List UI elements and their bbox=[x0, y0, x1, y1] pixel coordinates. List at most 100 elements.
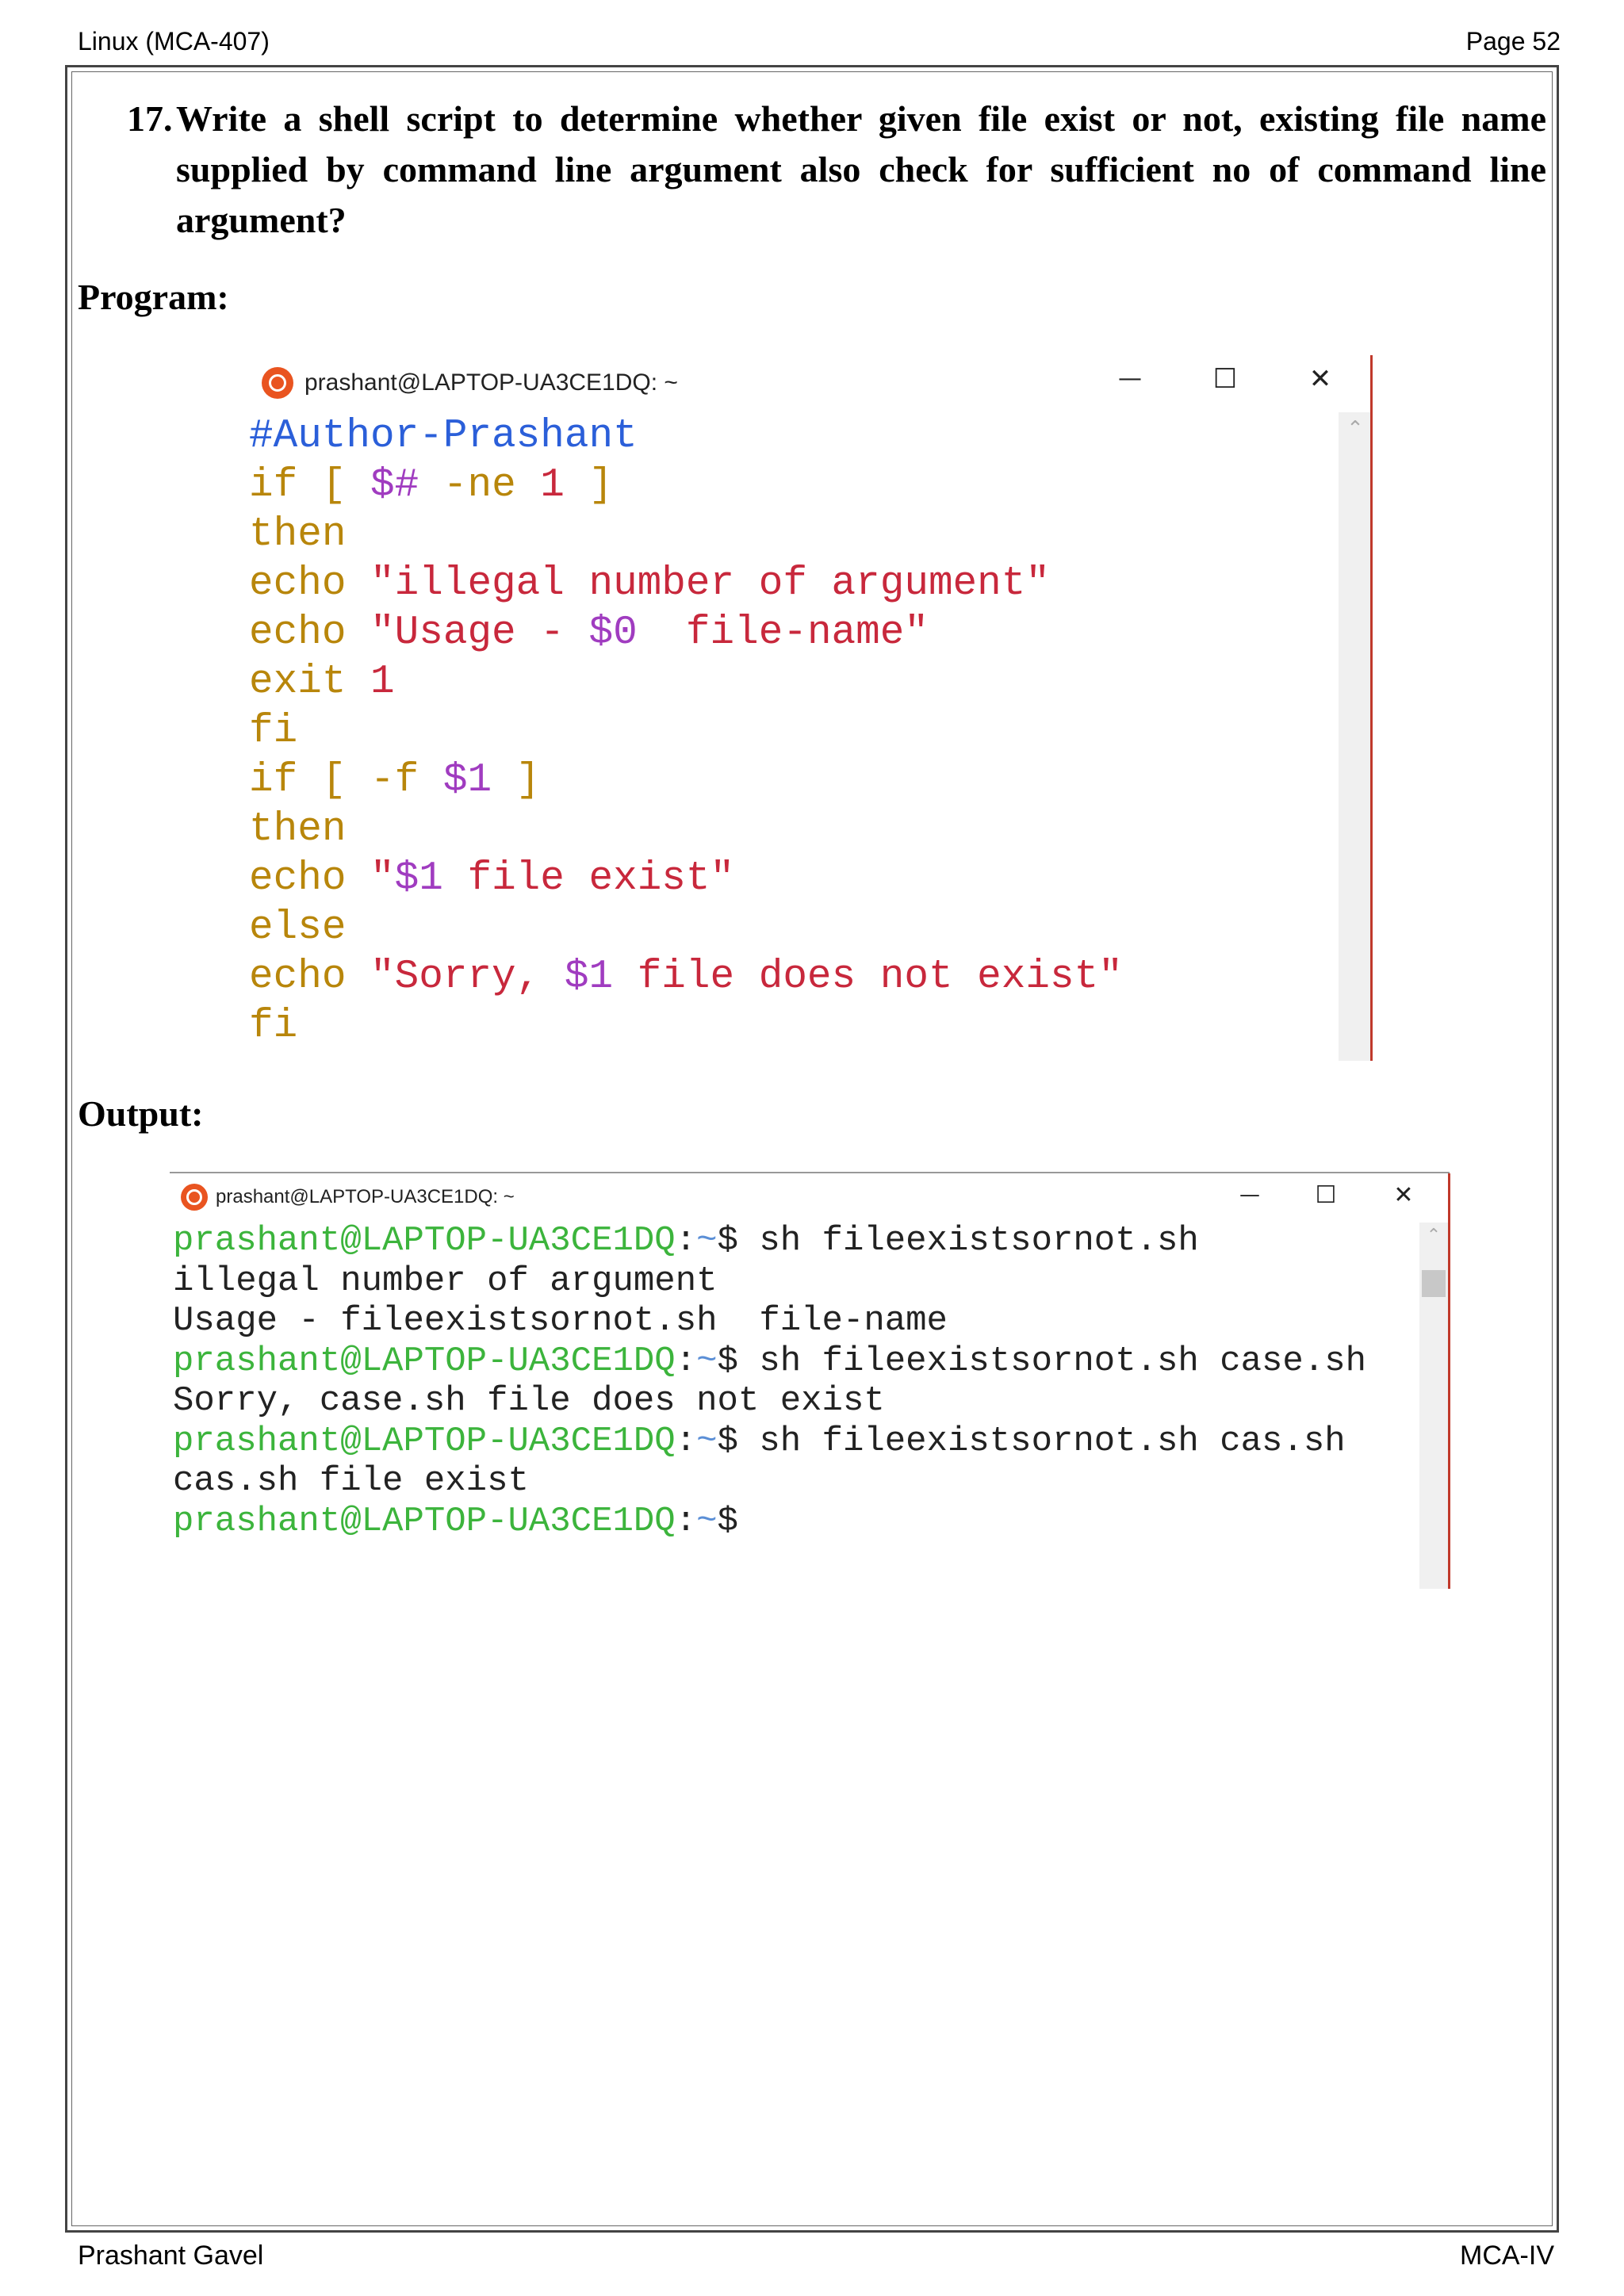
question: 17. Write a shell script to determine wh… bbox=[127, 94, 1546, 246]
output-token: ~ bbox=[696, 1421, 718, 1461]
code-line: then bbox=[249, 806, 1123, 855]
code-token: file does not exist" bbox=[613, 955, 1123, 1000]
output-token: prashant@LAPTOP-UA3CE1DQ bbox=[173, 1341, 676, 1381]
script-code: #Author-Prashant if [ $# -ne 1 ] then echo … bbox=[249, 412, 1123, 1051]
code-line: echo "illegal number of argument" bbox=[249, 560, 1123, 609]
output-token: : bbox=[675, 1421, 697, 1461]
ubuntu-icon bbox=[181, 1184, 208, 1211]
footer-class: MCA-IV bbox=[1460, 2241, 1554, 2271]
output-token: cas.sh file exist bbox=[173, 1461, 529, 1501]
output-token: $ sh fileexistsornot.sh case.sh bbox=[717, 1341, 1367, 1381]
close-button[interactable]: ✕ bbox=[1386, 1181, 1421, 1209]
code-token: file exist" bbox=[442, 856, 735, 901]
output-token: Sorry, case.sh file does not exist bbox=[173, 1381, 885, 1421]
code-token: ] bbox=[564, 463, 614, 508]
code-line: echo "Sorry, $1 file does not exist" bbox=[249, 953, 1123, 1002]
code-token: echo bbox=[249, 856, 371, 901]
output-token: $ bbox=[717, 1501, 738, 1541]
code-token: 1 bbox=[540, 463, 565, 508]
code-token: -ne bbox=[419, 463, 541, 508]
output-token: Usage - fileexistsornot.sh file-name bbox=[173, 1301, 948, 1341]
terminal-output: prashant@LAPTOP-UA3CE1DQ:~$ sh fileexist… bbox=[173, 1221, 1366, 1541]
question-text: Write a shell script to determine whethe… bbox=[176, 98, 1546, 240]
scrollbar-thumb[interactable] bbox=[1422, 1270, 1446, 1297]
window-edge bbox=[1448, 1173, 1450, 1589]
output-line: Sorry, case.sh file does not exist bbox=[173, 1381, 1366, 1422]
terminal-titlebar: prashant@LAPTOP-UA3CE1DQ: ~ bbox=[246, 355, 1372, 411]
code-token: $# bbox=[370, 463, 419, 508]
output-line: prashant@LAPTOP-UA3CE1DQ:~$ sh fileexist… bbox=[173, 1422, 1366, 1462]
code-token: then bbox=[249, 512, 347, 557]
code-line: echo "Usage - $0 file-name" bbox=[249, 609, 1123, 658]
output-token: $ sh fileexistsornot.sh cas.sh bbox=[717, 1421, 1346, 1461]
minimize-button[interactable]: — bbox=[1232, 1183, 1267, 1207]
code-token: $1 bbox=[394, 856, 443, 901]
footer-author: Prashant Gavel bbox=[78, 2241, 264, 2271]
code-token: file-name" bbox=[637, 610, 929, 656]
code-token: fi bbox=[249, 709, 298, 754]
output-token: prashant@LAPTOP-UA3CE1DQ bbox=[173, 1421, 676, 1461]
output-token: ~ bbox=[696, 1501, 718, 1541]
output-label: Output: bbox=[78, 1093, 204, 1134]
output-line: prashant@LAPTOP-UA3CE1DQ:~$ bbox=[173, 1502, 1366, 1542]
code-token: echo bbox=[249, 610, 371, 656]
code-line: #Author-Prashant bbox=[249, 412, 1123, 461]
code-token: then bbox=[249, 807, 347, 852]
code-token: fi bbox=[249, 1004, 298, 1049]
scroll-up-arrow-icon[interactable]: ⌃ bbox=[1419, 1226, 1448, 1246]
close-button[interactable]: ✕ bbox=[1300, 363, 1340, 395]
code-line: then bbox=[249, 511, 1123, 560]
output-line: illegal number of argument bbox=[173, 1261, 1366, 1302]
code-line: echo "$1 file exist" bbox=[249, 855, 1123, 904]
output-token: : bbox=[675, 1341, 697, 1381]
program-label: Program: bbox=[78, 277, 229, 317]
header-course: Linux (MCA-407) bbox=[78, 27, 270, 55]
output-token: prashant@LAPTOP-UA3CE1DQ bbox=[173, 1501, 676, 1541]
output-line: prashant@LAPTOP-UA3CE1DQ:~$ sh fileexist… bbox=[173, 1341, 1366, 1382]
terminal-title: prashant@LAPTOP-UA3CE1DQ: ~ bbox=[216, 1186, 515, 1207]
code-token: "illegal number of argument" bbox=[370, 561, 1050, 607]
code-token: "Sorry, bbox=[370, 955, 565, 1000]
code-token: exit bbox=[249, 660, 371, 705]
window-edge bbox=[1370, 355, 1373, 1061]
output-token: illegal number of argument bbox=[173, 1261, 718, 1301]
code-token: #Author-Prashant bbox=[249, 414, 638, 459]
output-token: ~ bbox=[696, 1341, 718, 1381]
code-token: "Usage - bbox=[370, 610, 589, 656]
program-terminal-window: prashant@LAPTOP-UA3CE1DQ: ~ — ☐ ✕ #Autho… bbox=[246, 355, 1373, 1061]
output-line: prashant@LAPTOP-UA3CE1DQ:~$ sh fileexist… bbox=[173, 1221, 1366, 1261]
code-token: $0 bbox=[588, 610, 638, 656]
minimize-button[interactable]: — bbox=[1110, 365, 1150, 392]
scroll-up-arrow-icon[interactable]: ⌃ bbox=[1339, 417, 1372, 441]
code-token: else bbox=[249, 905, 347, 951]
question-number: 17. bbox=[127, 98, 173, 139]
output-token: : bbox=[675, 1221, 697, 1261]
code-line: exit 1 bbox=[249, 658, 1123, 707]
code-token: 1 bbox=[370, 660, 395, 705]
code-token: echo bbox=[249, 561, 371, 607]
code-line: fi bbox=[249, 1002, 1123, 1051]
code-token: echo bbox=[249, 955, 371, 1000]
code-line: if [ $# -ne 1 ] bbox=[249, 461, 1123, 511]
code-token: if [ -f bbox=[249, 758, 443, 803]
header-page-number: Page 52 bbox=[1465, 27, 1561, 55]
code-line: fi bbox=[249, 707, 1123, 756]
output-terminal-window: prashant@LAPTOP-UA3CE1DQ: ~ — ☐ ✕ prasha… bbox=[170, 1172, 1450, 1589]
scrollbar[interactable] bbox=[1339, 412, 1372, 1061]
maximize-button[interactable]: ☐ bbox=[1308, 1181, 1343, 1209]
output-token: $ sh fileexistsornot.sh bbox=[717, 1221, 1199, 1261]
output-line: Usage - fileexistsornot.sh file-name bbox=[173, 1301, 1366, 1341]
output-token: prashant@LAPTOP-UA3CE1DQ bbox=[173, 1221, 676, 1261]
ubuntu-icon bbox=[262, 367, 293, 399]
code-line: if [ -f $1 ] bbox=[249, 756, 1123, 806]
terminal-title: prashant@LAPTOP-UA3CE1DQ: ~ bbox=[304, 369, 678, 396]
maximize-button[interactable]: ☐ bbox=[1205, 363, 1245, 395]
output-token: : bbox=[675, 1501, 697, 1541]
code-token: $1 bbox=[442, 758, 492, 803]
code-line: else bbox=[249, 904, 1123, 953]
output-token: ~ bbox=[696, 1221, 718, 1261]
code-token: ] bbox=[492, 758, 541, 803]
output-line: cas.sh file exist bbox=[173, 1461, 1366, 1502]
code-token: " bbox=[370, 856, 395, 901]
code-token: if [ bbox=[249, 463, 371, 508]
